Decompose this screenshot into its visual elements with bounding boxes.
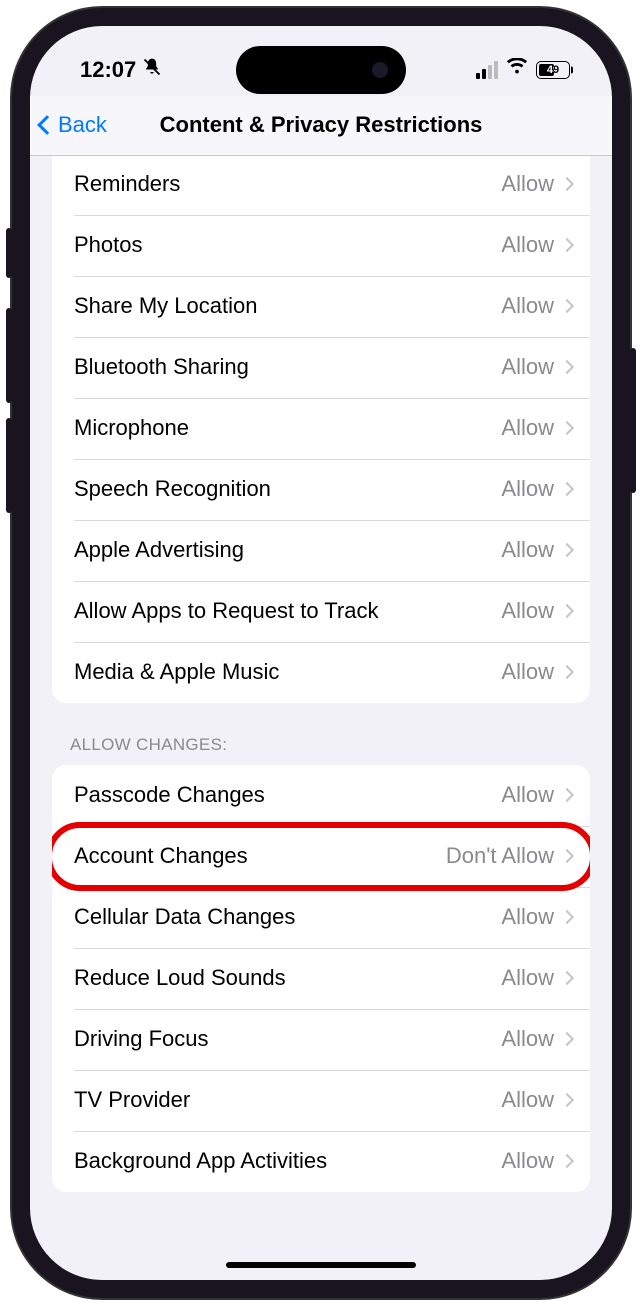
- row-label: TV Provider: [74, 1087, 501, 1113]
- row-photos[interactable]: Photos Allow: [52, 215, 590, 276]
- silent-icon: [142, 57, 162, 83]
- chevron-right-icon: [560, 849, 574, 863]
- phone-frame: 12:07 49 Back Content & P: [12, 8, 630, 1298]
- row-label: Driving Focus: [74, 1026, 501, 1052]
- page-title: Content & Privacy Restrictions: [42, 112, 600, 138]
- row-tv-provider[interactable]: TV Provider Allow: [52, 1070, 590, 1131]
- chevron-left-icon: [37, 115, 57, 135]
- row-media-apple-music[interactable]: Media & Apple Music Allow: [52, 642, 590, 703]
- row-value: Allow: [501, 354, 554, 380]
- chevron-right-icon: [560, 360, 574, 374]
- row-label: Bluetooth Sharing: [74, 354, 501, 380]
- chevron-right-icon: [560, 971, 574, 985]
- screen: 12:07 49 Back Content & P: [30, 26, 612, 1280]
- row-value: Allow: [501, 1148, 554, 1174]
- mute-switch: [6, 228, 12, 278]
- volume-down: [6, 418, 12, 513]
- row-label: Passcode Changes: [74, 782, 501, 808]
- battery-icon: 49: [536, 61, 570, 79]
- row-microphone[interactable]: Microphone Allow: [52, 398, 590, 459]
- row-apple-advertising[interactable]: Apple Advertising Allow: [52, 520, 590, 581]
- chevron-right-icon: [560, 1093, 574, 1107]
- power-button: [630, 348, 636, 493]
- row-value: Allow: [501, 1026, 554, 1052]
- chevron-right-icon: [560, 482, 574, 496]
- row-cellular-data-changes[interactable]: Cellular Data Changes Allow: [52, 887, 590, 948]
- row-label: Media & Apple Music: [74, 659, 501, 685]
- chevron-right-icon: [560, 1032, 574, 1046]
- row-value: Don't Allow: [446, 843, 554, 869]
- chevron-right-icon: [560, 910, 574, 924]
- row-account-changes[interactable]: Account Changes Don't Allow: [52, 826, 590, 887]
- row-value: Allow: [501, 904, 554, 930]
- row-label: Share My Location: [74, 293, 501, 319]
- nav-bar: Back Content & Privacy Restrictions: [30, 96, 612, 156]
- row-label: Account Changes: [74, 843, 446, 869]
- status-time: 12:07: [80, 57, 136, 83]
- chevron-right-icon: [560, 299, 574, 313]
- allow-changes-group: Passcode Changes Allow Account Changes D…: [52, 765, 590, 1192]
- row-value: Allow: [501, 598, 554, 624]
- wifi-icon: [506, 58, 528, 82]
- row-value: Allow: [501, 171, 554, 197]
- section-header-allow-changes: Allow Changes:: [30, 735, 612, 765]
- row-label: Reduce Loud Sounds: [74, 965, 501, 991]
- back-button[interactable]: Back: [40, 112, 107, 138]
- home-indicator[interactable]: [226, 1262, 416, 1268]
- row-value: Allow: [501, 415, 554, 441]
- privacy-group: Reminders Allow Photos Allow Share My Lo…: [52, 156, 590, 703]
- row-label: Apple Advertising: [74, 537, 501, 563]
- row-value: Allow: [501, 232, 554, 258]
- row-value: Allow: [501, 537, 554, 563]
- chevron-right-icon: [560, 543, 574, 557]
- row-label: Photos: [74, 232, 501, 258]
- chevron-right-icon: [560, 177, 574, 191]
- chevron-right-icon: [560, 1154, 574, 1168]
- row-label: Cellular Data Changes: [74, 904, 501, 930]
- chevron-right-icon: [560, 604, 574, 618]
- dynamic-island: [236, 46, 406, 94]
- row-reduce-loud-sounds[interactable]: Reduce Loud Sounds Allow: [52, 948, 590, 1009]
- content[interactable]: Reminders Allow Photos Allow Share My Lo…: [30, 156, 612, 1280]
- row-value: Allow: [501, 476, 554, 502]
- chevron-right-icon: [560, 421, 574, 435]
- row-value: Allow: [501, 782, 554, 808]
- row-label: Microphone: [74, 415, 501, 441]
- row-label: Allow Apps to Request to Track: [74, 598, 501, 624]
- cellular-icon: [476, 61, 498, 79]
- row-value: Allow: [501, 965, 554, 991]
- row-reminders[interactable]: Reminders Allow: [52, 156, 590, 215]
- row-driving-focus[interactable]: Driving Focus Allow: [52, 1009, 590, 1070]
- row-share-my-location[interactable]: Share My Location Allow: [52, 276, 590, 337]
- row-label: Speech Recognition: [74, 476, 501, 502]
- back-label: Back: [58, 112, 107, 138]
- row-bluetooth-sharing[interactable]: Bluetooth Sharing Allow: [52, 337, 590, 398]
- row-value: Allow: [501, 659, 554, 685]
- chevron-right-icon: [560, 665, 574, 679]
- row-label: Background App Activities: [74, 1148, 501, 1174]
- row-value: Allow: [501, 293, 554, 319]
- row-allow-apps-to-request-to-track[interactable]: Allow Apps to Request to Track Allow: [52, 581, 590, 642]
- chevron-right-icon: [560, 238, 574, 252]
- chevron-right-icon: [560, 788, 574, 802]
- row-value: Allow: [501, 1087, 554, 1113]
- row-label: Reminders: [74, 171, 501, 197]
- row-passcode-changes[interactable]: Passcode Changes Allow: [52, 765, 590, 826]
- row-background-app-activities[interactable]: Background App Activities Allow: [52, 1131, 590, 1192]
- row-speech-recognition[interactable]: Speech Recognition Allow: [52, 459, 590, 520]
- volume-up: [6, 308, 12, 403]
